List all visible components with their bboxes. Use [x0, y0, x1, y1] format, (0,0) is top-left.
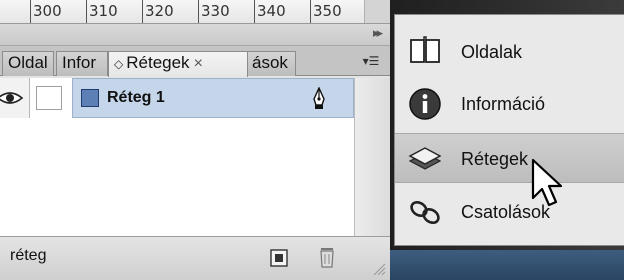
close-icon[interactable]: × — [194, 55, 203, 72]
layer-color-swatch — [81, 89, 99, 107]
panel-dock-background: Oldalak Információ Rétegek Csatolások — [390, 0, 624, 280]
dock-item-label: Rétegek — [461, 149, 529, 169]
dock-item-label: Oldalak — [461, 42, 523, 62]
collapse-panel-icon[interactable]: ▸▸ — [373, 25, 383, 41]
layer-row[interactable]: Réteg 1 — [0, 78, 354, 118]
dock-item-layers[interactable]: Rétegek — [395, 133, 624, 183]
resize-grip-icon[interactable] — [372, 262, 386, 276]
panel-menu-icon[interactable]: ▾☰ — [360, 54, 382, 70]
tab-pages[interactable]: Oldal — [2, 51, 54, 76]
ruler-tick — [142, 0, 143, 23]
scrollbar[interactable] — [354, 78, 390, 236]
layer-item[interactable]: Réteg 1 — [72, 78, 354, 118]
tab-options-icon: ◇ — [114, 57, 124, 71]
eye-icon — [0, 92, 24, 104]
layer-name: Réteg 1 — [107, 89, 165, 106]
tab-links[interactable]: ások — [246, 51, 296, 76]
tab-layers[interactable]: ◇ Rétegek × — [108, 51, 248, 77]
ruler-label: 300 — [33, 2, 62, 20]
info-icon — [409, 88, 441, 120]
dock-item-pages[interactable]: Oldalak — [395, 27, 624, 77]
lock-toggle[interactable] — [36, 86, 62, 110]
ruler-corner — [364, 0, 390, 23]
panel-tab-bar: Oldal Infor ások ◇ Rétegek × ▾☰ — [0, 46, 390, 77]
ruler-label: 350 — [313, 2, 342, 20]
dock-item-links[interactable]: Csatolások — [395, 187, 624, 237]
ruler-tick — [198, 0, 199, 23]
pen-icon[interactable] — [311, 87, 327, 111]
new-layer-icon[interactable] — [270, 249, 288, 267]
visibility-toggle[interactable] — [0, 78, 30, 118]
layers-icon — [408, 147, 442, 170]
ruler-tick — [254, 0, 255, 23]
ruler-tick — [310, 0, 311, 23]
pages-icon — [410, 36, 440, 63]
desktop-background — [390, 250, 624, 280]
dock-item-info[interactable]: Információ — [395, 79, 624, 129]
trash-icon[interactable] — [318, 246, 336, 268]
panel-dock: Oldalak Információ Rétegek Csatolások — [394, 14, 624, 246]
ruler-tick — [86, 0, 87, 23]
panel-title-bar[interactable]: ▸▸ — [0, 24, 390, 46]
tab-info[interactable]: Infor — [56, 51, 108, 76]
layers-panel: 300 310 320 330 340 350 ▸▸ Oldal Infor á… — [0, 0, 390, 280]
ruler-label: 330 — [201, 2, 230, 20]
tab-label: Infor — [62, 53, 97, 72]
mouse-cursor-icon — [531, 158, 563, 207]
links-icon — [410, 200, 440, 225]
ruler-label: 340 — [257, 2, 286, 20]
layer-list-empty-area — [0, 118, 354, 236]
layer-count-label: réteg — [10, 247, 47, 264]
tab-label: Oldal — [8, 53, 48, 72]
dock-item-label: Információ — [461, 94, 546, 114]
tab-label: Rétegek — [126, 53, 190, 72]
tab-label: ások — [252, 53, 288, 72]
ruler-tick — [30, 0, 31, 23]
ruler-label: 320 — [145, 2, 174, 20]
panel-footer: réteg — [0, 236, 390, 280]
horizontal-ruler: 300 310 320 330 340 350 — [0, 0, 390, 24]
ruler-label: 310 — [89, 2, 118, 20]
